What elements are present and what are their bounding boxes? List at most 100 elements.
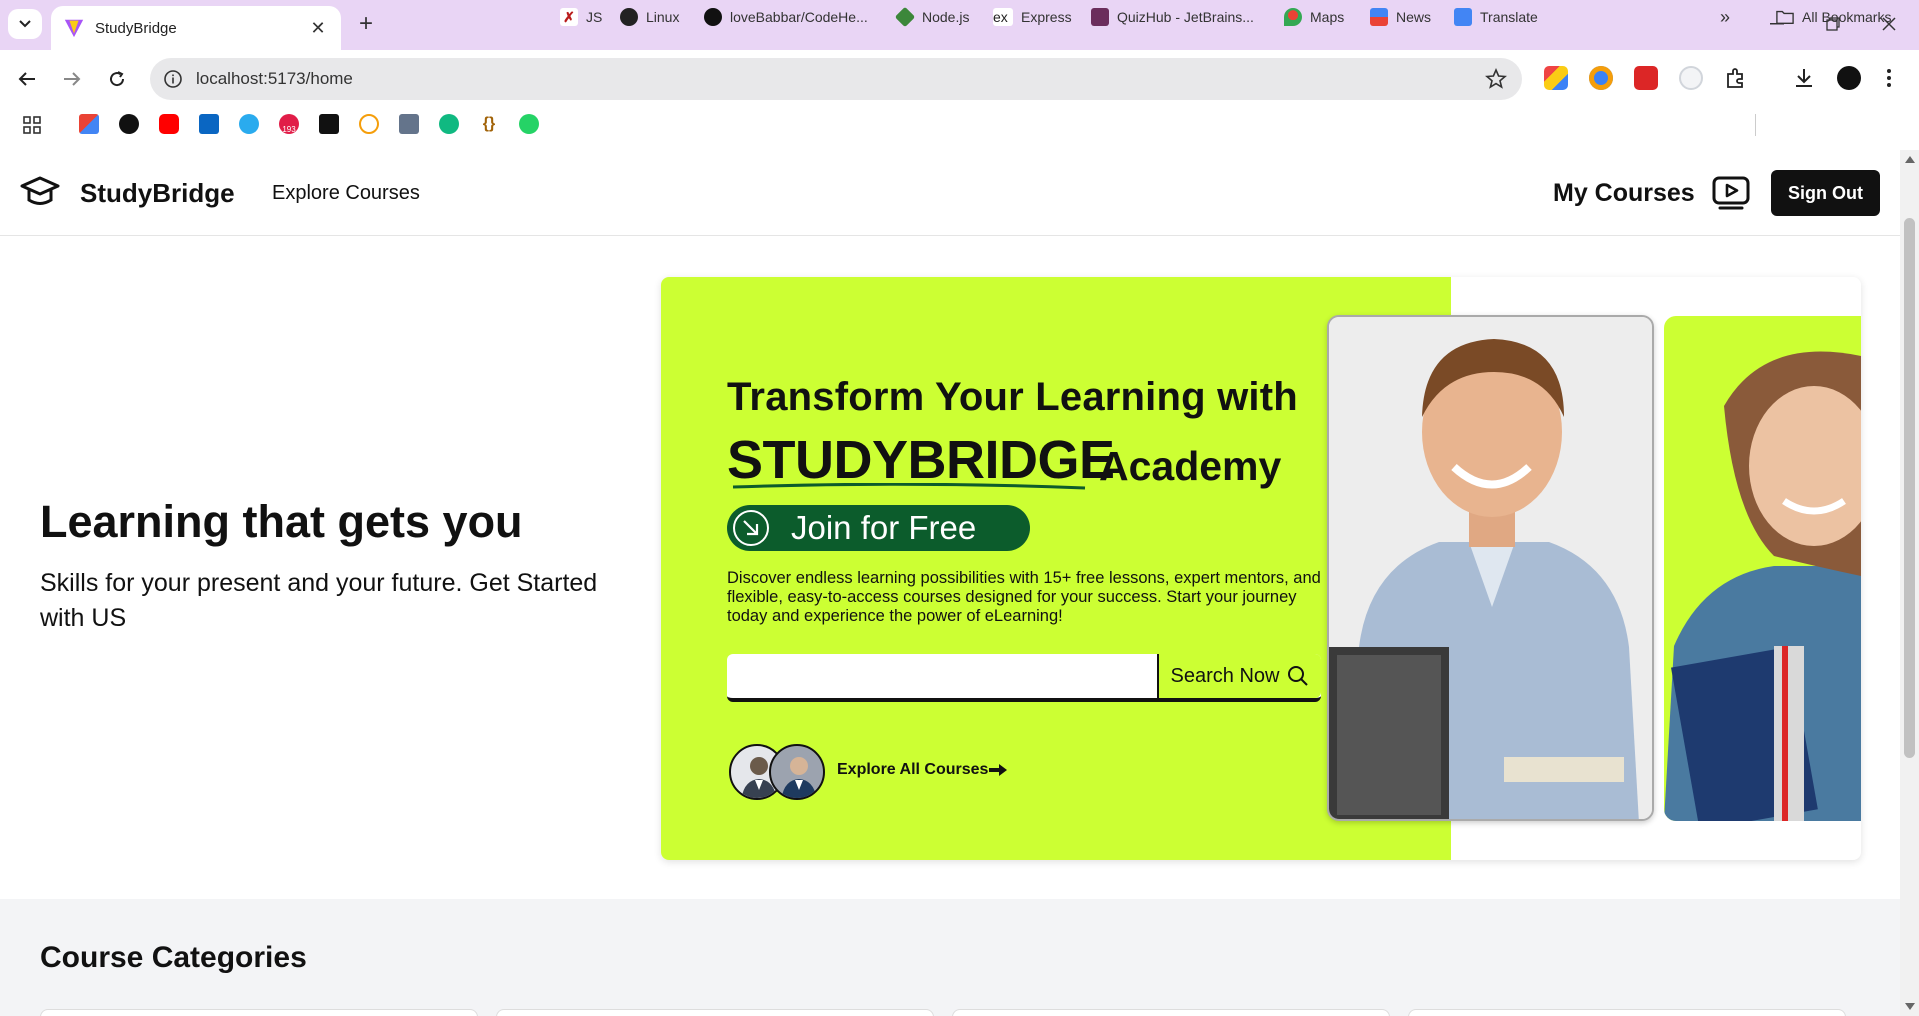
course-search-box: Search Now xyxy=(727,654,1321,702)
arrow-down-right-icon xyxy=(733,510,769,546)
graduation-cap-icon[interactable] xyxy=(20,174,60,210)
page-scrollbar[interactable] xyxy=(1900,150,1919,1016)
bookmarks-overflow-chevron-icon[interactable]: » xyxy=(1720,6,1730,28)
banner-description: Discover endless learning possibilities … xyxy=(727,569,1321,625)
my-courses-link[interactable]: My Courses xyxy=(1553,179,1695,208)
page-viewport: StudyBridge Explore Courses My Courses S… xyxy=(0,150,1900,1016)
reload-button[interactable] xyxy=(100,62,134,96)
whatsapp-icon[interactable] xyxy=(519,114,539,134)
github-icon xyxy=(704,8,722,26)
hackerrank-icon[interactable] xyxy=(319,114,339,134)
extension-icon-4[interactable] xyxy=(1679,66,1703,90)
arrow-left-icon xyxy=(18,72,35,86)
course-categories-section: Course Categories xyxy=(0,899,1900,1016)
extension-icon-1[interactable] xyxy=(1544,66,1568,90)
bookmark-quizhub[interactable]: QuizHub - JetBrains... xyxy=(1091,6,1254,28)
new-tab-button[interactable]: + xyxy=(352,10,380,38)
bookmark-js[interactable]: ✗ JS xyxy=(560,6,602,28)
extensions-puzzle-icon[interactable] xyxy=(1724,66,1748,90)
all-bookmarks-folder[interactable]: All Bookmarks xyxy=(1776,6,1891,28)
extension-icon-2[interactable] xyxy=(1589,66,1613,90)
gmail-icon[interactable] xyxy=(79,114,99,134)
js-figure-icon: ✗ xyxy=(560,8,578,26)
course-categories-heading: Course Categories xyxy=(40,941,307,974)
join-button-label: Join for Free xyxy=(791,509,977,546)
vite-favicon-icon xyxy=(64,19,84,38)
folder-icon xyxy=(1776,10,1794,24)
bookmark-site-icon[interactable] xyxy=(399,114,419,134)
bookmark-site-icon-2[interactable] xyxy=(439,114,459,134)
scroll-up-arrow-icon[interactable] xyxy=(1905,156,1915,163)
student-male-illustration xyxy=(1329,317,1652,819)
search-icon xyxy=(1288,666,1309,686)
bookmark-nodejs[interactable]: Node.js xyxy=(894,6,969,28)
search-now-button[interactable]: Search Now xyxy=(1157,654,1321,698)
hero-banner: Transform Your Learning with STUDYBRIDGE… xyxy=(661,277,1861,860)
apps-grid-icon[interactable] xyxy=(22,115,42,135)
scroll-down-arrow-icon[interactable] xyxy=(1905,1003,1915,1010)
course-search-input[interactable] xyxy=(727,654,1157,698)
browser-tab-active[interactable]: StudyBridge ✕ xyxy=(51,6,341,50)
reload-icon xyxy=(110,71,125,87)
explore-all-label: Explore All Courses xyxy=(837,761,989,778)
bookmark-maps[interactable]: Maps xyxy=(1284,6,1344,28)
maps-pin-icon xyxy=(1284,8,1302,26)
badge-count: 193 xyxy=(282,125,296,134)
youtube-icon[interactable] xyxy=(159,114,179,134)
news-icon xyxy=(1370,8,1388,26)
join-for-free-button[interactable]: Join for Free xyxy=(727,505,1030,551)
brand-underline xyxy=(732,483,1086,490)
forward-button[interactable] xyxy=(55,62,89,96)
arrow-right-icon xyxy=(989,764,1008,776)
banner-brand-text: STUDYBRIDGE xyxy=(727,430,1115,490)
category-card[interactable] xyxy=(40,1009,478,1016)
explore-courses-link[interactable]: Explore Courses xyxy=(272,182,420,205)
bookmark-star-icon[interactable] xyxy=(1484,67,1508,91)
category-card[interactable] xyxy=(1408,1009,1846,1016)
site-info-icon[interactable] xyxy=(162,68,184,90)
bookmark-lovebabbar[interactable]: loveBabbar/CodeHe... xyxy=(704,6,868,28)
json-braces-icon[interactable]: {} xyxy=(479,114,499,134)
mentor-avatar-2 xyxy=(769,744,825,800)
category-card[interactable] xyxy=(496,1009,934,1016)
sign-out-button[interactable]: Sign Out xyxy=(1771,170,1880,216)
student-female-illustration xyxy=(1664,316,1861,821)
bookmark-linux[interactable]: Linux xyxy=(620,6,679,28)
bookmark-express[interactable]: ex Express xyxy=(993,6,1072,28)
student-photo-card xyxy=(1327,315,1654,821)
student-photo-card-2 xyxy=(1664,316,1861,821)
quizhub-icon xyxy=(1091,8,1109,26)
explore-all-courses-link[interactable]: Explore All Courses xyxy=(837,761,1008,779)
browser-toolbar: localhost:5173/home xyxy=(0,50,1919,108)
profile-avatar[interactable] xyxy=(1837,66,1861,90)
telegram-icon[interactable] xyxy=(239,114,259,134)
category-card[interactable] xyxy=(952,1009,1390,1016)
banner-heading-line1: Transform Your Learning with xyxy=(727,375,1298,419)
back-button[interactable] xyxy=(10,62,44,96)
arrow-right-icon xyxy=(64,72,81,86)
url-text: localhost:5173/home xyxy=(196,69,353,88)
notification-badge-icon[interactable]: 193 xyxy=(279,114,299,134)
extension-icon-3[interactable] xyxy=(1634,66,1658,90)
express-icon: ex xyxy=(993,8,1013,26)
translate-icon xyxy=(1454,8,1472,26)
bookmarks-divider xyxy=(1755,114,1756,136)
chevron-down-icon xyxy=(19,20,31,28)
scrollbar-thumb[interactable] xyxy=(1904,218,1915,758)
download-icon[interactable] xyxy=(1792,66,1816,90)
hero-heading: Learning that gets you xyxy=(40,496,523,547)
bookmark-translate[interactable]: Translate xyxy=(1454,6,1538,28)
github-icon[interactable] xyxy=(119,114,139,134)
leetcode-icon[interactable] xyxy=(359,114,379,134)
tab-search-button[interactable] xyxy=(8,9,42,39)
video-play-icon[interactable] xyxy=(1712,175,1750,211)
more-menu-icon[interactable] xyxy=(1885,66,1893,90)
globe-icon xyxy=(620,8,638,26)
address-bar[interactable]: localhost:5173/home xyxy=(150,58,1522,100)
site-navbar: StudyBridge Explore Courses My Courses S… xyxy=(0,150,1900,236)
bookmark-news[interactable]: News xyxy=(1370,6,1431,28)
tab-close-icon[interactable]: ✕ xyxy=(307,18,329,39)
linkedin-icon[interactable] xyxy=(199,114,219,134)
banner-heading-academy: Academy xyxy=(1099,443,1282,489)
brand-logo-text[interactable]: StudyBridge xyxy=(80,178,235,209)
